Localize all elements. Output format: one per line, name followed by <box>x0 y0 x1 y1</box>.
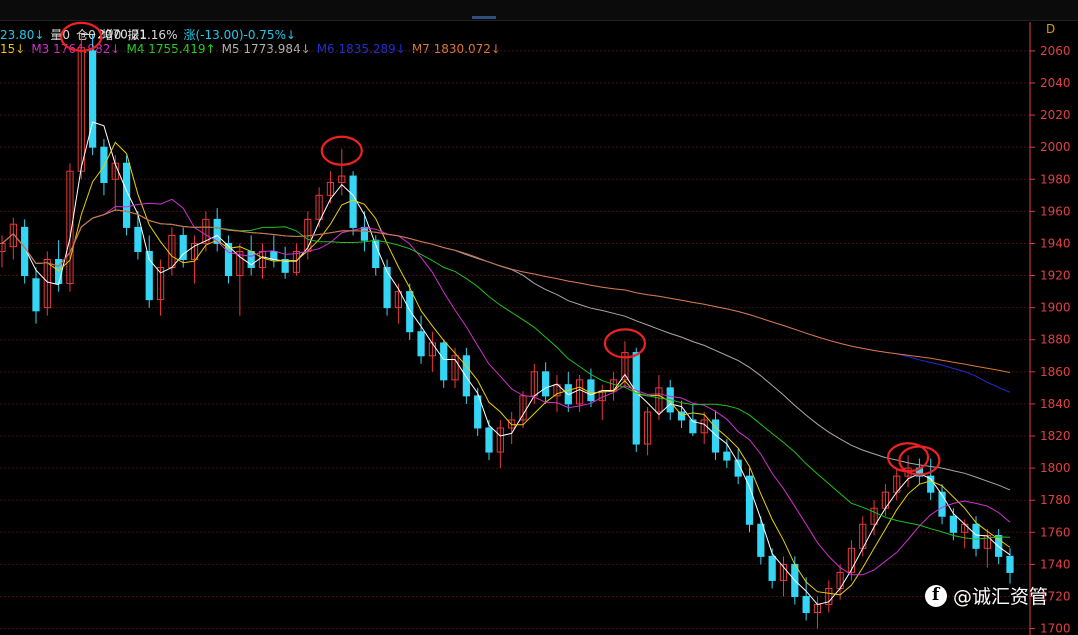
y-tick-label: 1780 <box>1040 493 1071 507</box>
candlestick-chart[interactable]: 1700172017401760178018001820184018601880… <box>0 0 1078 635</box>
candle-down <box>440 342 448 381</box>
high-value-label: 2070.21 <box>97 28 147 42</box>
y-tick-label: 1920 <box>1040 269 1071 283</box>
candle-down <box>270 250 278 260</box>
candle-up <box>0 242 6 252</box>
candle-down <box>406 291 414 333</box>
y-tick-label: 1740 <box>1040 557 1071 571</box>
y-tick-label: 1960 <box>1040 204 1071 218</box>
y-tick-label: 1760 <box>1040 525 1071 539</box>
candle-down <box>134 226 142 252</box>
y-tick-label: 1820 <box>1040 429 1071 443</box>
candle-down <box>360 226 369 241</box>
y-tick-label: 1700 <box>1040 622 1071 635</box>
candle-down <box>542 371 550 397</box>
y-tick-label: 1860 <box>1040 365 1071 379</box>
watermark: @诚汇资管 <box>925 582 1048 609</box>
y-tick-label: 2040 <box>1040 76 1071 90</box>
watermark-text: @诚汇资管 <box>953 586 1049 608</box>
y-tick-label: 1940 <box>1040 236 1071 250</box>
candle-down <box>32 278 40 312</box>
candle-down <box>383 267 391 309</box>
ma6-line <box>1 209 1011 393</box>
candle-down <box>349 175 357 228</box>
candle-down <box>1006 555 1014 573</box>
y-tick-label: 2020 <box>1040 108 1071 122</box>
y-tick-label: 2000 <box>1040 140 1071 154</box>
candle-down <box>462 355 470 397</box>
platform-logo-icon <box>925 584 947 607</box>
y-tick-label: 2060 <box>1040 44 1071 58</box>
candle-down <box>757 523 765 557</box>
candle-down <box>632 352 640 445</box>
ma7-line <box>1 209 1011 373</box>
candle-down <box>485 427 493 453</box>
y-tick-label: 1980 <box>1040 172 1071 186</box>
candle-down <box>100 146 108 183</box>
candle-down <box>802 595 810 614</box>
candle-down <box>995 535 1003 557</box>
candle-down <box>179 234 187 260</box>
candle-down <box>587 379 595 402</box>
candle-down <box>972 523 980 549</box>
y-tick-label: 1840 <box>1040 397 1071 411</box>
y-tick-label: 1880 <box>1040 333 1071 347</box>
candle-down <box>768 555 776 581</box>
candle-down <box>417 331 425 357</box>
y-tick-label: 1800 <box>1040 461 1071 475</box>
ma5-line <box>1 209 1011 491</box>
ma3-line <box>1 198 1011 576</box>
candle-down <box>723 451 731 461</box>
ma2-line <box>1 141 1011 596</box>
ma4-line <box>1 209 1011 540</box>
candle-down <box>949 515 957 533</box>
y-tick-label: 1900 <box>1040 301 1071 315</box>
